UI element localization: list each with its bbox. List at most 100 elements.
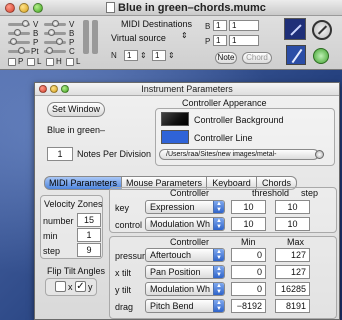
control-controller-popup[interactable]: Modulation Wh ▲ ▼ — [145, 217, 225, 231]
vertical-slider[interactable] — [83, 20, 89, 54]
slider-thumb[interactable] — [22, 20, 29, 27]
slider-pt2[interactable] — [44, 47, 66, 54]
popup-arrows-icon: ▲ ▼ — [213, 249, 224, 261]
slider-thumb[interactable] — [10, 38, 17, 45]
drag-max-field[interactable]: 8191 — [275, 299, 310, 313]
slider-letter: P — [33, 38, 39, 47]
pressure-controller-popup[interactable]: Aftertouch ▲ ▼ — [145, 248, 225, 262]
checkbox[interactable] — [46, 58, 54, 66]
key-table-header-step: step — [301, 188, 319, 198]
popup-arrows-icon[interactable]: ⇕ — [181, 31, 188, 40]
brush-stroke — [290, 24, 302, 36]
velocity-step-field[interactable]: 9 — [77, 243, 101, 257]
slider-p[interactable] — [8, 38, 30, 45]
velocity-min-field[interactable]: 1 — [77, 228, 101, 242]
slider-thumb[interactable] — [18, 47, 25, 54]
slider-thumb[interactable] — [14, 29, 21, 36]
checkbox[interactable] — [8, 58, 16, 66]
key-controller-popup[interactable]: Expression ▲ ▼ — [145, 200, 225, 214]
slider-v[interactable] — [8, 20, 30, 27]
velocity-zones-title: Velocity Zones — [44, 199, 103, 209]
slider-thumb[interactable] — [56, 38, 63, 45]
zoom-button[interactable] — [33, 3, 43, 13]
slider-pt[interactable] — [8, 47, 30, 54]
stop-icon[interactable] — [312, 20, 332, 40]
key-threshold-field[interactable]: 10 — [231, 200, 266, 214]
pen-tool-icon[interactable] — [286, 45, 306, 65]
x-tilt-max-field[interactable]: 127 — [275, 265, 310, 279]
checkbox[interactable] — [27, 58, 35, 66]
control-step-field[interactable]: 10 — [275, 217, 310, 231]
document-icon — [106, 2, 115, 13]
slider-v2[interactable] — [44, 20, 66, 27]
pressure-min-field[interactable]: 0 — [231, 248, 266, 262]
slider-b2[interactable] — [44, 29, 66, 36]
slider-b[interactable] — [8, 29, 30, 36]
ctrl-table-header-max: Max — [287, 237, 305, 247]
p-field-1[interactable]: 1 — [213, 35, 227, 46]
controller-background-swatch[interactable] — [161, 112, 189, 126]
flip-y-label: y — [88, 282, 93, 292]
flip-x-label: x — [68, 282, 73, 292]
b-field-2[interactable]: 1 — [229, 20, 259, 31]
instrument-name: Blue in green– — [47, 125, 106, 135]
controller-line-label: Controller Line — [194, 133, 253, 143]
y-tilt-min-field[interactable]: 0 — [231, 282, 266, 296]
slider-p2[interactable] — [44, 38, 66, 45]
velocity-number-field[interactable]: 15 — [77, 213, 101, 227]
set-window-button[interactable]: Set Window — [47, 102, 105, 117]
checkbox[interactable] — [66, 58, 74, 66]
drag-row-label: drag — [115, 302, 134, 312]
stop-slash — [317, 25, 328, 35]
b-field-1[interactable]: 1 — [213, 20, 227, 31]
midi-destinations-label: MIDI Destinations — [121, 19, 193, 29]
channel-field[interactable]: 1 — [152, 50, 166, 61]
virtual-source-label[interactable]: Virtual source — [111, 33, 166, 43]
y-tilt-row-label: y tilt — [115, 285, 132, 295]
note-button[interactable]: Note — [215, 52, 237, 64]
vertical-slider[interactable] — [92, 20, 98, 54]
notes-per-division-field[interactable]: 1 — [47, 147, 73, 161]
checkbox-label: P — [18, 57, 24, 66]
slider-thumb[interactable] — [52, 20, 59, 27]
controller-line-swatch[interactable] — [161, 130, 189, 144]
y-tilt-controller-popup[interactable]: Modulation Wh ▲ ▼ — [145, 282, 225, 296]
slider-thumb[interactable] — [48, 29, 55, 36]
pressure-max-field[interactable]: 127 — [275, 248, 310, 262]
drag-controller-popup[interactable]: Pitch Bend ▲ ▼ — [145, 299, 225, 313]
control-threshold-field[interactable]: 10 — [231, 217, 266, 231]
velocity-step-label: step — [43, 246, 61, 256]
drag-min-field[interactable]: −8192 — [231, 299, 266, 313]
flip-x-checkbox[interactable] — [55, 281, 66, 292]
pen-stroke — [291, 48, 303, 64]
background-image-path-field[interactable]: /Users/raa/Sites/new images/metal- — [159, 149, 319, 160]
panel-minimize-button[interactable] — [50, 85, 58, 93]
popup-value: Expression — [150, 202, 195, 212]
key-step-field[interactable]: 10 — [275, 200, 310, 214]
panel-zoom-button[interactable] — [61, 85, 69, 93]
y-tilt-max-field[interactable]: 16285 — [275, 282, 310, 296]
velocity-number-label: number — [43, 216, 74, 226]
brush-tool-icon[interactable] — [284, 18, 306, 40]
p-label: P — [205, 37, 211, 46]
path-slider-knob[interactable] — [315, 150, 324, 159]
slider-thumb[interactable] — [46, 47, 53, 54]
chord-button[interactable]: Chord — [242, 52, 272, 64]
x-tilt-controller-popup[interactable]: Pan Position ▲ ▼ — [145, 265, 225, 279]
slider-letter: V — [69, 20, 75, 29]
instrument-parameters-panel: Instrument Parameters Set Window Blue in… — [34, 82, 340, 320]
stepper-icon[interactable]: ⇕ — [168, 51, 175, 60]
panel-close-button[interactable] — [39, 85, 47, 93]
channel-field[interactable]: 1 — [124, 50, 138, 61]
popup-arrows-icon: ▲ ▼ — [213, 201, 224, 213]
x-tilt-min-field[interactable]: 0 — [231, 265, 266, 279]
close-button[interactable] — [5, 3, 15, 13]
p-field-2[interactable]: 1 — [229, 35, 259, 46]
main-window: Blue in green–chords.mumc V B P Pt V B P… — [0, 0, 342, 70]
flip-y-checkbox[interactable]: ✓ — [75, 281, 86, 292]
checkbox-label: L — [37, 57, 42, 66]
status-light-icon — [313, 48, 329, 64]
controller-appearance-title: Controller Apperance — [182, 98, 267, 108]
stepper-icon[interactable]: ⇕ — [140, 51, 147, 60]
minimize-button[interactable] — [19, 3, 29, 13]
